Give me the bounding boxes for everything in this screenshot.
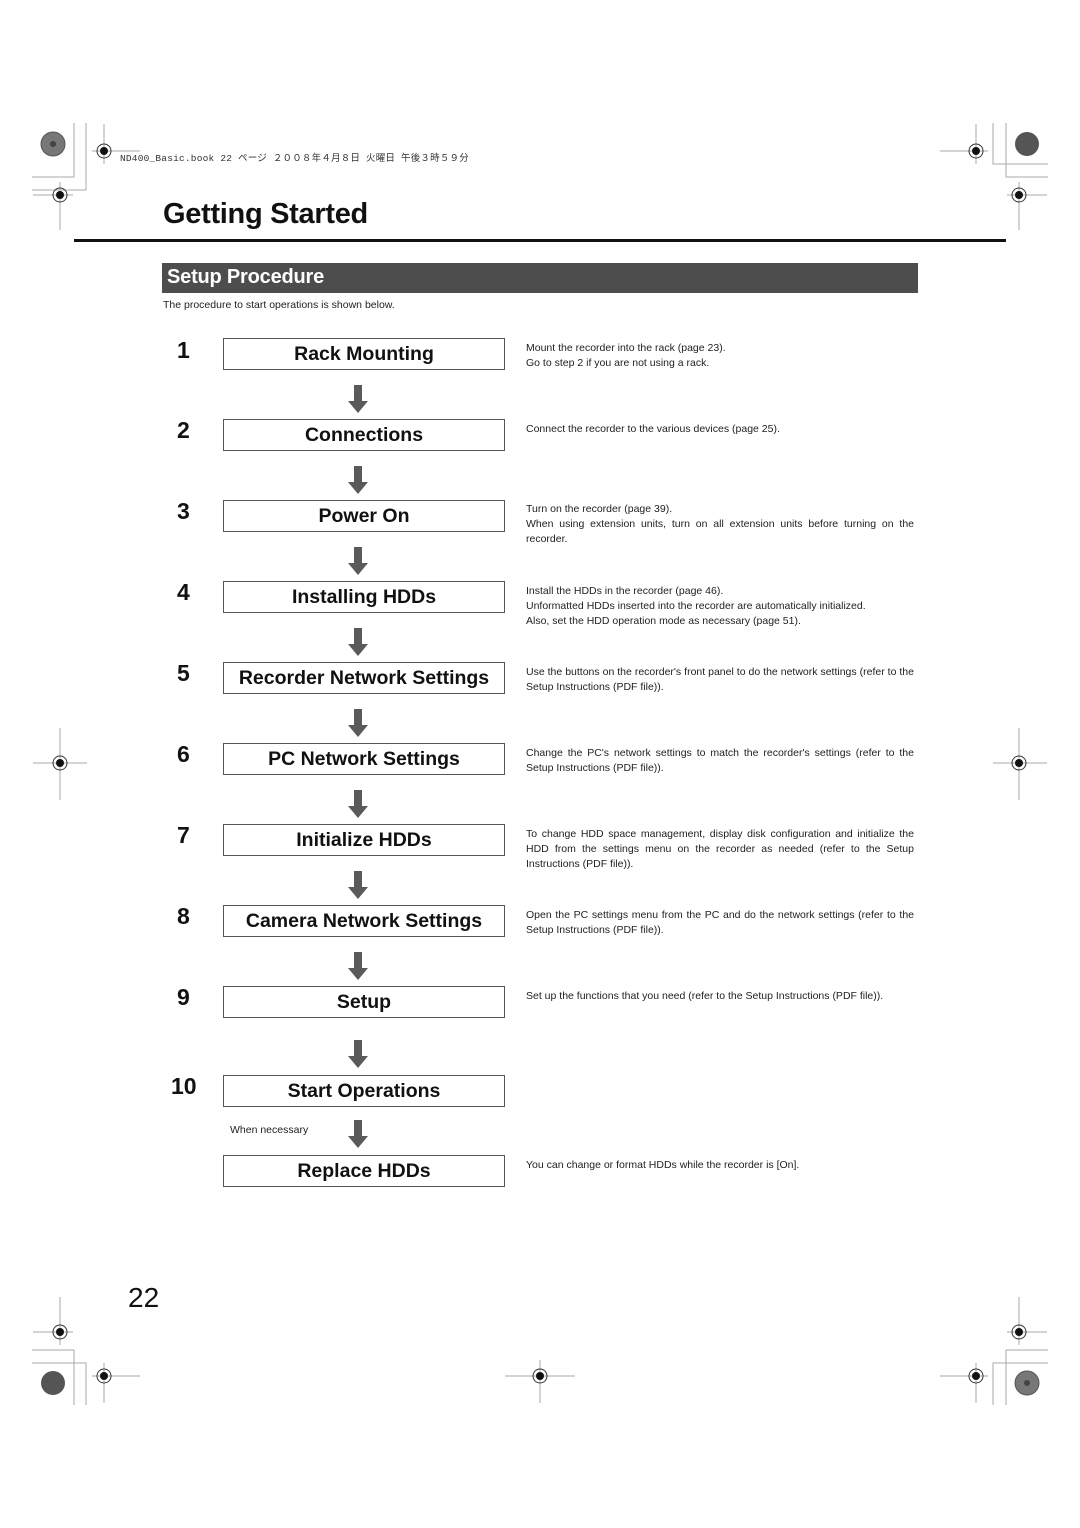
description-line: Also, set the HDD operation mode as nece… <box>526 615 801 627</box>
step-box-camera-network-settings: Camera Network Settings <box>223 905 505 937</box>
down-arrow-icon <box>348 1040 368 1068</box>
step-number: 7 <box>177 822 190 848</box>
description-line: You can change or format HDDs while the … <box>526 1159 800 1171</box>
step-number: 1 <box>177 337 190 363</box>
step-number: 10 <box>171 1073 197 1099</box>
description-line: To change HDD space management, display … <box>526 828 914 870</box>
description-line: When using extension units, turn on all … <box>526 518 914 545</box>
step-number: 5 <box>177 660 190 686</box>
page-number: 22 <box>128 1282 160 1313</box>
down-arrow-icon <box>348 790 368 818</box>
section-intro: The procedure to start operations is sho… <box>163 299 395 311</box>
down-arrow-icon <box>348 385 368 413</box>
step-box-replace-hdds: Replace HDDs <box>223 1155 505 1187</box>
description-line: Unformatted HDDs inserted into the recor… <box>526 600 866 612</box>
description-line: Change the PC's network settings to matc… <box>526 747 914 774</box>
step-description: You can change or format HDDs while the … <box>526 1158 914 1173</box>
step-description: To change HDD space management, display … <box>526 827 914 872</box>
down-arrow-icon <box>348 1120 368 1148</box>
section-header-bar: Setup Procedure <box>162 263 918 293</box>
description-line: Connect the recorder to the various devi… <box>526 423 780 435</box>
step-description: Open the PC settings menu from the PC an… <box>526 908 914 938</box>
step-number: 3 <box>177 498 190 524</box>
step-description: Install the HDDs in the recorder (page 4… <box>526 584 914 629</box>
step-description: Use the buttons on the recorder's front … <box>526 665 914 695</box>
description-line: Open the PC settings menu from the PC an… <box>526 909 914 936</box>
step-description: Mount the recorder into the rack (page 2… <box>526 341 914 371</box>
description-line: Mount the recorder into the rack (page 2… <box>526 342 726 354</box>
title-divider <box>74 239 1006 242</box>
description-line: Go to step 2 if you are not using a rack… <box>526 357 710 369</box>
step-box-installing-hdds: Installing HDDs <box>223 581 505 613</box>
description-line: Install the HDDs in the recorder (page 4… <box>526 585 724 597</box>
description-line: Set up the functions that you need (refe… <box>526 990 884 1002</box>
step-box-power-on: Power On <box>223 500 505 532</box>
step-number: 4 <box>177 579 190 605</box>
step-number: 6 <box>177 741 190 767</box>
step-box-initialize-hdds: Initialize HDDs <box>223 824 505 856</box>
down-arrow-icon <box>348 466 368 494</box>
down-arrow-icon <box>348 628 368 656</box>
page-title: Getting Started <box>163 198 368 230</box>
description-line: Use the buttons on the recorder's front … <box>526 666 914 693</box>
down-arrow-icon <box>348 709 368 737</box>
step-box-setup: Setup <box>223 986 505 1018</box>
down-arrow-icon <box>348 547 368 575</box>
description-line: Turn on the recorder (page 39). <box>526 503 673 515</box>
step-box-start-operations: Start Operations <box>223 1075 505 1107</box>
step-box-rack-mounting: Rack Mounting <box>223 338 505 370</box>
step-box-connections: Connections <box>223 419 505 451</box>
step-number: 8 <box>177 903 190 929</box>
down-arrow-icon <box>348 871 368 899</box>
step-box-recorder-network-settings: Recorder Network Settings <box>223 662 505 694</box>
step-description: Set up the functions that you need (refe… <box>526 989 914 1004</box>
step-description: Connect the recorder to the various devi… <box>526 422 914 437</box>
step-description: Change the PC's network settings to matc… <box>526 746 914 776</box>
step-number: 9 <box>177 984 190 1010</box>
step-box-pc-network-settings: PC Network Settings <box>223 743 505 775</box>
book-meta-line: ND400_Basic.book 22 ページ ２００８年４月８日 火曜日 午後… <box>120 153 469 164</box>
step-number: 2 <box>177 417 190 443</box>
section-title: Setup Procedure <box>167 266 325 288</box>
down-arrow-icon <box>348 952 368 980</box>
condition-label: When necessary <box>230 1124 309 1136</box>
step-description: Turn on the recorder (page 39). When usi… <box>526 502 914 547</box>
